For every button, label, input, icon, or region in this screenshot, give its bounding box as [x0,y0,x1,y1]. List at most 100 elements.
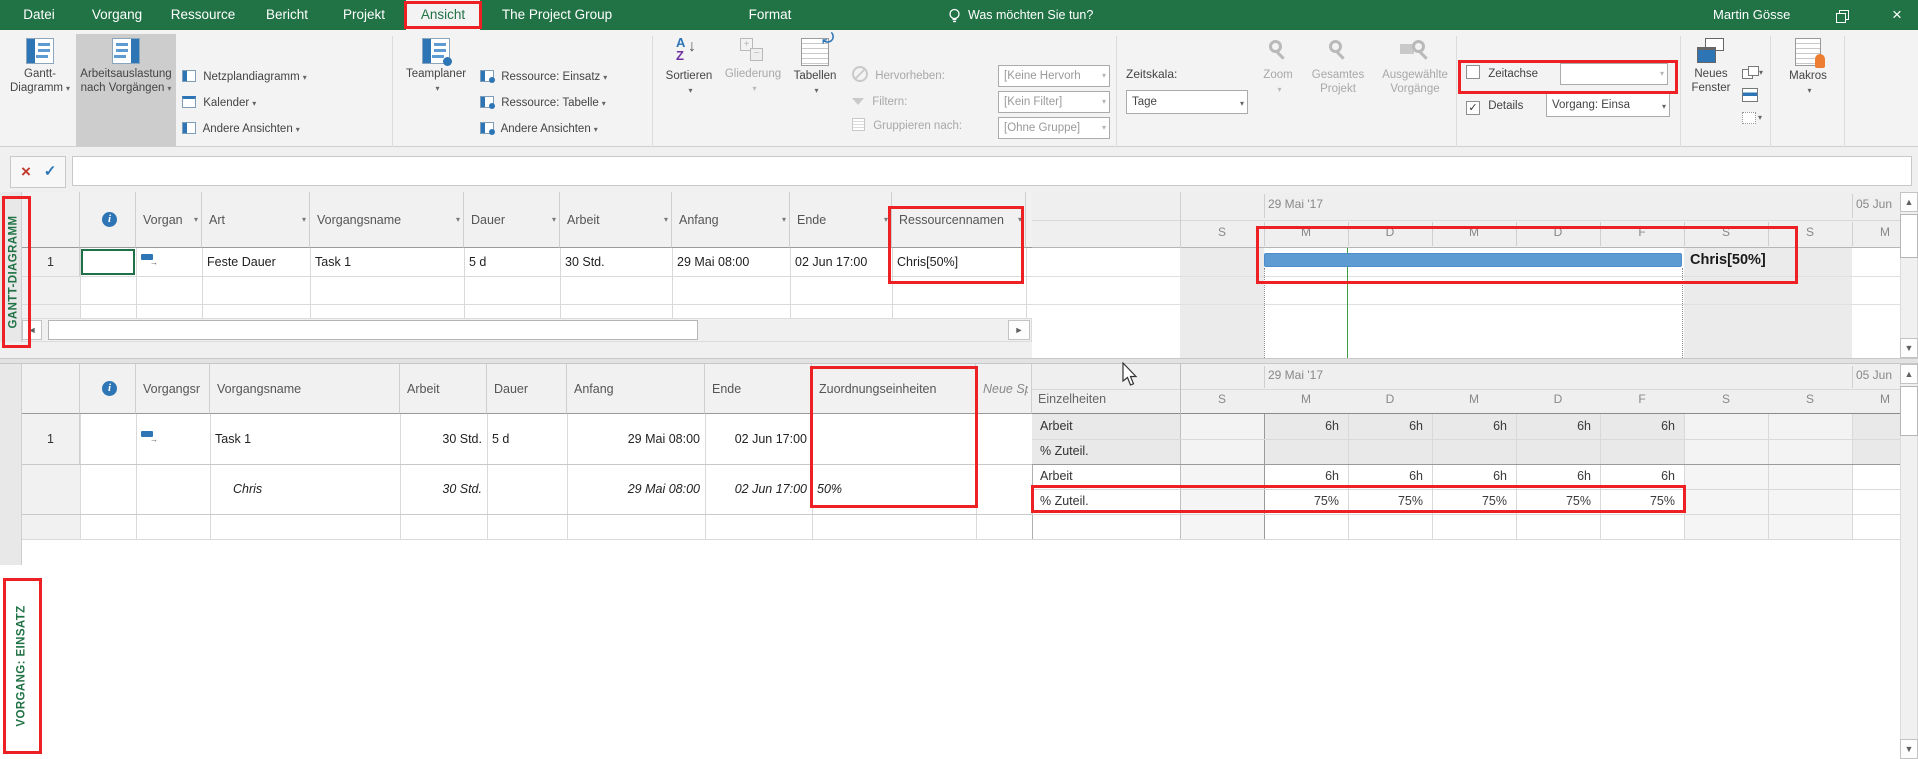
detail-cell[interactable]: 6h [1600,464,1684,489]
column-header-vorgangsmodus[interactable]: Vorgan▾ [136,192,202,248]
filter-arrow-icon[interactable]: ▾ [1018,215,1022,224]
row-number[interactable]: 1 [22,414,80,464]
column-header-neue-spalte[interactable]: Neue Sp [976,364,1032,414]
close-window-button[interactable]: × [1876,0,1918,30]
detail-cell[interactable]: 6h [1348,464,1432,489]
active-cell[interactable] [81,249,135,275]
tab-datei[interactable]: Datei [10,0,68,30]
scroll-down-button[interactable]: ▼ [1900,739,1918,759]
detail-cell[interactable]: 6h [1600,414,1684,439]
column-header-vorgangsname-bottom[interactable]: Vorgangsname [210,364,400,414]
column-header-vorgangsname[interactable]: Vorgangsname▾ [310,192,464,248]
detail-row-label[interactable]: % Zuteil. [1032,439,1180,464]
detail-cell[interactable]: 6h [1264,464,1348,489]
column-header-art[interactable]: Art▾ [202,192,310,248]
filter-arrow-icon[interactable]: ▾ [194,215,198,224]
gliederung-button[interactable]: + − Gliederung▾ [722,34,784,146]
arbeitsauslastung-button[interactable]: Arbeitsauslastung nach Vorgängen▾ [76,34,176,146]
detail-cell[interactable]: 6h [1516,414,1600,439]
hide-window-icon[interactable]: ▾ [1742,112,1762,124]
andere-ansichten-ressource-button[interactable]: Andere Ansichten▾ [480,118,598,140]
scroll-up-button[interactable]: ▲ [1900,192,1918,212]
assignment-ende-cell[interactable]: 02 Jun 17:00 [705,464,812,514]
detail-cell[interactable]: 6h [1264,414,1348,439]
filter-arrow-icon[interactable]: ▾ [884,215,888,224]
ressource-tabelle-button[interactable]: Ressource: Tabelle▾ [480,92,606,114]
neues-fenster-button[interactable]: NeuesFenster [1684,34,1738,146]
entry-field[interactable] [72,156,1912,186]
restore-window-button[interactable] [1826,0,1860,30]
arrange-all-icon[interactable]: ▾ [1742,66,1762,80]
tab-format[interactable]: Format [735,0,805,30]
filter-arrow-icon[interactable]: ▾ [552,215,556,224]
ende-cell[interactable]: 02 Jun 17:00 [705,414,812,464]
details-checkbox[interactable]: ✓ Details [1466,94,1523,118]
column-header-zuordnungseinheiten[interactable]: Zuordnungseinheiten [812,364,976,414]
task-name-cell[interactable]: Task 1 [310,248,464,276]
column-header-ende-bottom[interactable]: Ende [705,364,812,414]
assignment-anfang-cell[interactable]: 29 Mai 08:00 [567,464,705,514]
dauer-cell[interactable]: 5 d [464,248,560,276]
column-header-ressourcennamen[interactable]: Ressourcennamen▾ [892,192,1026,248]
column-header-arbeit[interactable]: Arbeit▾ [560,192,672,248]
teamplaner-button[interactable]: Teamplaner▾ [400,34,472,146]
assignment-zuordnung-cell[interactable]: 50% [812,464,976,514]
scrollbar-thumb[interactable] [1900,214,1918,258]
scrollbar-thumb[interactable] [1900,386,1918,436]
task-mode-cell[interactable]: → [136,414,210,464]
detail-cell[interactable]: 6h [1432,414,1516,439]
scroll-up-button[interactable]: ▲ [1900,364,1918,384]
column-header-dauer-bottom[interactable]: Dauer [487,364,567,414]
gruppieren-dropdown[interactable]: [Ohne Gruppe]▾ [998,117,1110,139]
task-mode-cell[interactable]: → [136,248,202,276]
detail-cell[interactable]: 75% [1348,489,1432,514]
task-name-cell[interactable]: Task 1 [210,414,400,464]
detail-cell[interactable]: 6h [1432,464,1516,489]
row-number[interactable]: 1 [22,248,80,276]
gantt-bar-task1[interactable] [1264,253,1682,267]
arbeit-cell[interactable]: 30 Std. [560,248,672,276]
column-header-anfang-bottom[interactable]: Anfang [567,364,705,414]
confirm-entry-button[interactable]: ✓ [39,159,61,185]
tab-project-group[interactable]: The Project Group [490,0,624,30]
ressource-einsatz-button[interactable]: Ressource: Einsatz▾ [480,66,607,88]
split-view-icon[interactable] [1742,88,1758,102]
zoom-button[interactable]: Zoom▾ [1256,34,1300,146]
column-header-info-bottom[interactable]: i [80,364,136,414]
scroll-down-button[interactable]: ▼ [1900,338,1918,358]
ausgewaehlte-vorgaenge-button[interactable]: AusgewählteVorgänge [1376,34,1454,146]
detail-cell[interactable]: 75% [1264,489,1348,514]
tell-me-search[interactable]: Was möchten Sie tun? [968,0,1093,30]
detail-cell[interactable]: 75% [1432,489,1516,514]
tab-bericht[interactable]: Bericht [256,0,318,30]
ressource-cell[interactable]: Chris[50%] [892,248,1026,276]
detail-cell[interactable]: 75% [1516,489,1600,514]
zeitachse-dropdown[interactable]: ▾ [1560,63,1668,85]
detail-row-label[interactable]: % Zuteil. [1032,489,1180,514]
column-header-anfang[interactable]: Anfang▾ [672,192,790,248]
filter-arrow-icon[interactable]: ▾ [302,215,306,224]
filter-arrow-icon[interactable]: ▾ [782,215,786,224]
detail-cell[interactable]: 6h [1516,464,1600,489]
detail-cell[interactable]: 75% [1600,489,1684,514]
anfang-cell[interactable]: 29 Mai 08:00 [567,414,705,464]
tab-ressource[interactable]: Ressource [166,0,240,30]
tab-ansicht[interactable]: Ansicht [406,0,480,30]
filter-arrow-icon[interactable]: ▾ [664,215,668,224]
column-header-vorgangsmodus-bottom[interactable]: Vorgangsr [136,364,210,414]
column-header-ende[interactable]: Ende▾ [790,192,892,248]
select-all-corner[interactable] [22,192,80,248]
anfang-cell[interactable]: 29 Mai 08:00 [672,248,790,276]
assignment-name-cell[interactable]: Chris [228,464,400,514]
tab-projekt[interactable]: Projekt [332,0,396,30]
zeitachse-checkbox[interactable]: Zeitachse [1466,62,1538,86]
art-cell[interactable]: Feste Dauer [202,248,310,276]
sortieren-button[interactable]: A Z ↓ Sortieren▾ [658,34,720,146]
detail-row-label[interactable]: Arbeit [1032,464,1180,489]
scrollbar-thumb[interactable] [48,320,698,340]
select-all-corner-bottom[interactable] [22,364,80,414]
dauer-cell[interactable]: 5 d [487,414,567,464]
tabellen-button[interactable]: ⤾ Tabellen▾ [786,34,844,146]
ende-cell[interactable]: 02 Jun 17:00 [790,248,892,276]
filter-arrow-icon[interactable]: ▾ [456,215,460,224]
